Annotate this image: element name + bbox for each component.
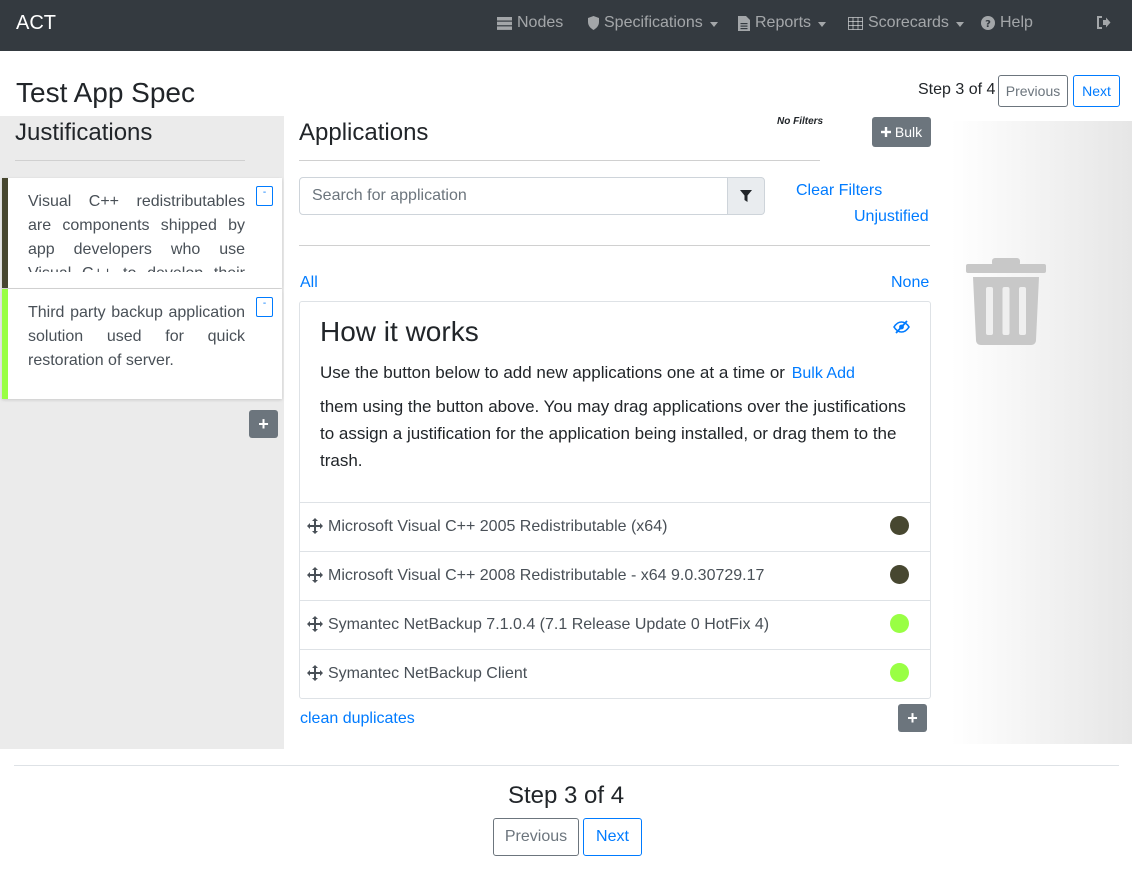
svg-text:?: ? — [985, 19, 991, 30]
next-button-bottom[interactable]: Next — [583, 818, 642, 856]
application-row[interactable]: Symantec NetBackup Client — [299, 649, 931, 698]
add-application-button[interactable]: + — [898, 704, 927, 732]
how-it-works-text: Use the button below to add new applicat… — [320, 359, 910, 387]
trash-dropzone[interactable] — [951, 121, 1132, 744]
file-icon — [738, 15, 750, 31]
how-text-1: Use the button below to add new applicat… — [320, 363, 785, 382]
chevron-down-icon — [709, 21, 718, 27]
shield-icon — [588, 16, 599, 30]
clear-filters-link[interactable]: Clear Filters — [796, 182, 882, 200]
bulk-button[interactable]: Bulk — [872, 117, 931, 147]
divider — [299, 160, 820, 161]
nav-reports-label: Reports — [755, 14, 812, 31]
plus-icon — [880, 127, 891, 137]
remove-justification-button[interactable]: - — [256, 297, 273, 317]
clean-duplicates-link[interactable]: clean duplicates — [300, 710, 415, 728]
table-icon — [848, 16, 863, 30]
plus-icon: + — [907, 707, 918, 728]
sign-out-icon — [1096, 16, 1111, 29]
nav-nodes-label: Nodes — [517, 14, 564, 31]
previous-button[interactable]: Previous — [998, 75, 1068, 107]
how-it-works-text-continued: them using the button above. You may dra… — [320, 397, 906, 470]
application-row[interactable]: Symantec NetBackup 7.1.0.4 (7.1 Release … — [299, 600, 931, 649]
move-icon — [307, 616, 323, 632]
trash-icon — [966, 258, 1046, 345]
justification-status-dot — [890, 565, 909, 584]
select-none-link[interactable]: None — [891, 274, 929, 292]
nav-reports[interactable]: Reports — [738, 14, 827, 32]
how-it-works-title: How it works — [320, 316, 479, 347]
unjustified-link[interactable]: Unjustified — [854, 208, 929, 226]
chevron-down-icon — [955, 21, 964, 27]
question-circle-icon: ? — [981, 16, 995, 30]
search-input[interactable]: Search for application — [299, 177, 728, 215]
filter-button[interactable] — [727, 177, 765, 215]
nav-scorecards[interactable]: Scorecards — [848, 14, 964, 32]
plus-icon: + — [258, 413, 269, 434]
justification-status-dot — [890, 663, 909, 682]
application-name: Symantec NetBackup Client — [328, 665, 528, 682]
nav-help-label: Help — [1000, 14, 1033, 31]
divider — [15, 160, 245, 161]
application-name: Microsoft Visual C++ 2008 Redistributabl… — [328, 567, 765, 584]
bulk-add-link[interactable]: Bulk Add — [792, 365, 855, 382]
select-all-link[interactable]: All — [300, 274, 318, 292]
search-placeholder: Search for application — [312, 187, 467, 204]
justification-text: Visual C++ redistributables are componen… — [28, 193, 245, 272]
nav-help[interactable]: ? Help — [981, 14, 1033, 32]
divider — [299, 245, 930, 246]
nav-scorecards-label: Scorecards — [868, 14, 949, 31]
nav-nodes[interactable]: Nodes — [497, 14, 563, 32]
justification-status-dot — [890, 516, 909, 535]
justification-card[interactable]: Third party backup application solution … — [2, 289, 282, 399]
filter-icon — [740, 190, 752, 202]
remove-justification-button[interactable]: - — [256, 186, 273, 206]
application-name: Microsoft Visual C++ 2005 Redistributabl… — [328, 518, 668, 535]
filter-status: No Filters — [777, 116, 824, 127]
divider — [14, 765, 1119, 766]
move-icon — [307, 665, 323, 681]
justifications-title: Justifications — [15, 119, 153, 146]
previous-button-bottom[interactable]: Previous — [493, 818, 579, 856]
bulk-label: Bulk — [894, 124, 923, 140]
nav-specifications-label: Specifications — [604, 14, 703, 31]
move-icon — [307, 518, 323, 534]
navbar: ACT Nodes Specifications Reports Scoreca… — [0, 0, 1132, 51]
hide-help-button[interactable] — [893, 320, 910, 339]
justification-text: Third party backup application solution … — [28, 304, 245, 369]
brand[interactable]: ACT — [16, 12, 56, 35]
sign-out-button[interactable] — [1096, 16, 1111, 29]
next-button[interactable]: Next — [1073, 75, 1120, 107]
chevron-down-icon — [818, 21, 827, 27]
eye-slash-icon — [893, 320, 910, 334]
application-row[interactable]: Microsoft Visual C++ 2005 Redistributabl… — [299, 502, 931, 551]
add-justification-button[interactable]: + — [249, 410, 278, 438]
step-indicator: Step 3 of 4 — [918, 81, 996, 98]
application-row[interactable]: Microsoft Visual C++ 2008 Redistributabl… — [299, 551, 931, 600]
justification-status-dot — [890, 614, 909, 633]
justification-color-bar — [2, 289, 8, 399]
step-indicator-bottom: Step 3 of 4 — [507, 782, 625, 809]
page-title: Test App Spec — [16, 77, 196, 108]
move-icon — [307, 567, 323, 583]
application-name: Symantec NetBackup 7.1.0.4 (7.1 Release … — [328, 616, 770, 633]
server-icon — [497, 16, 512, 30]
justification-color-bar — [2, 178, 8, 288]
applications-title: Applications — [299, 119, 429, 146]
nav-specifications[interactable]: Specifications — [588, 14, 718, 32]
justification-card[interactable]: Visual C++ redistributables are componen… — [2, 178, 282, 288]
